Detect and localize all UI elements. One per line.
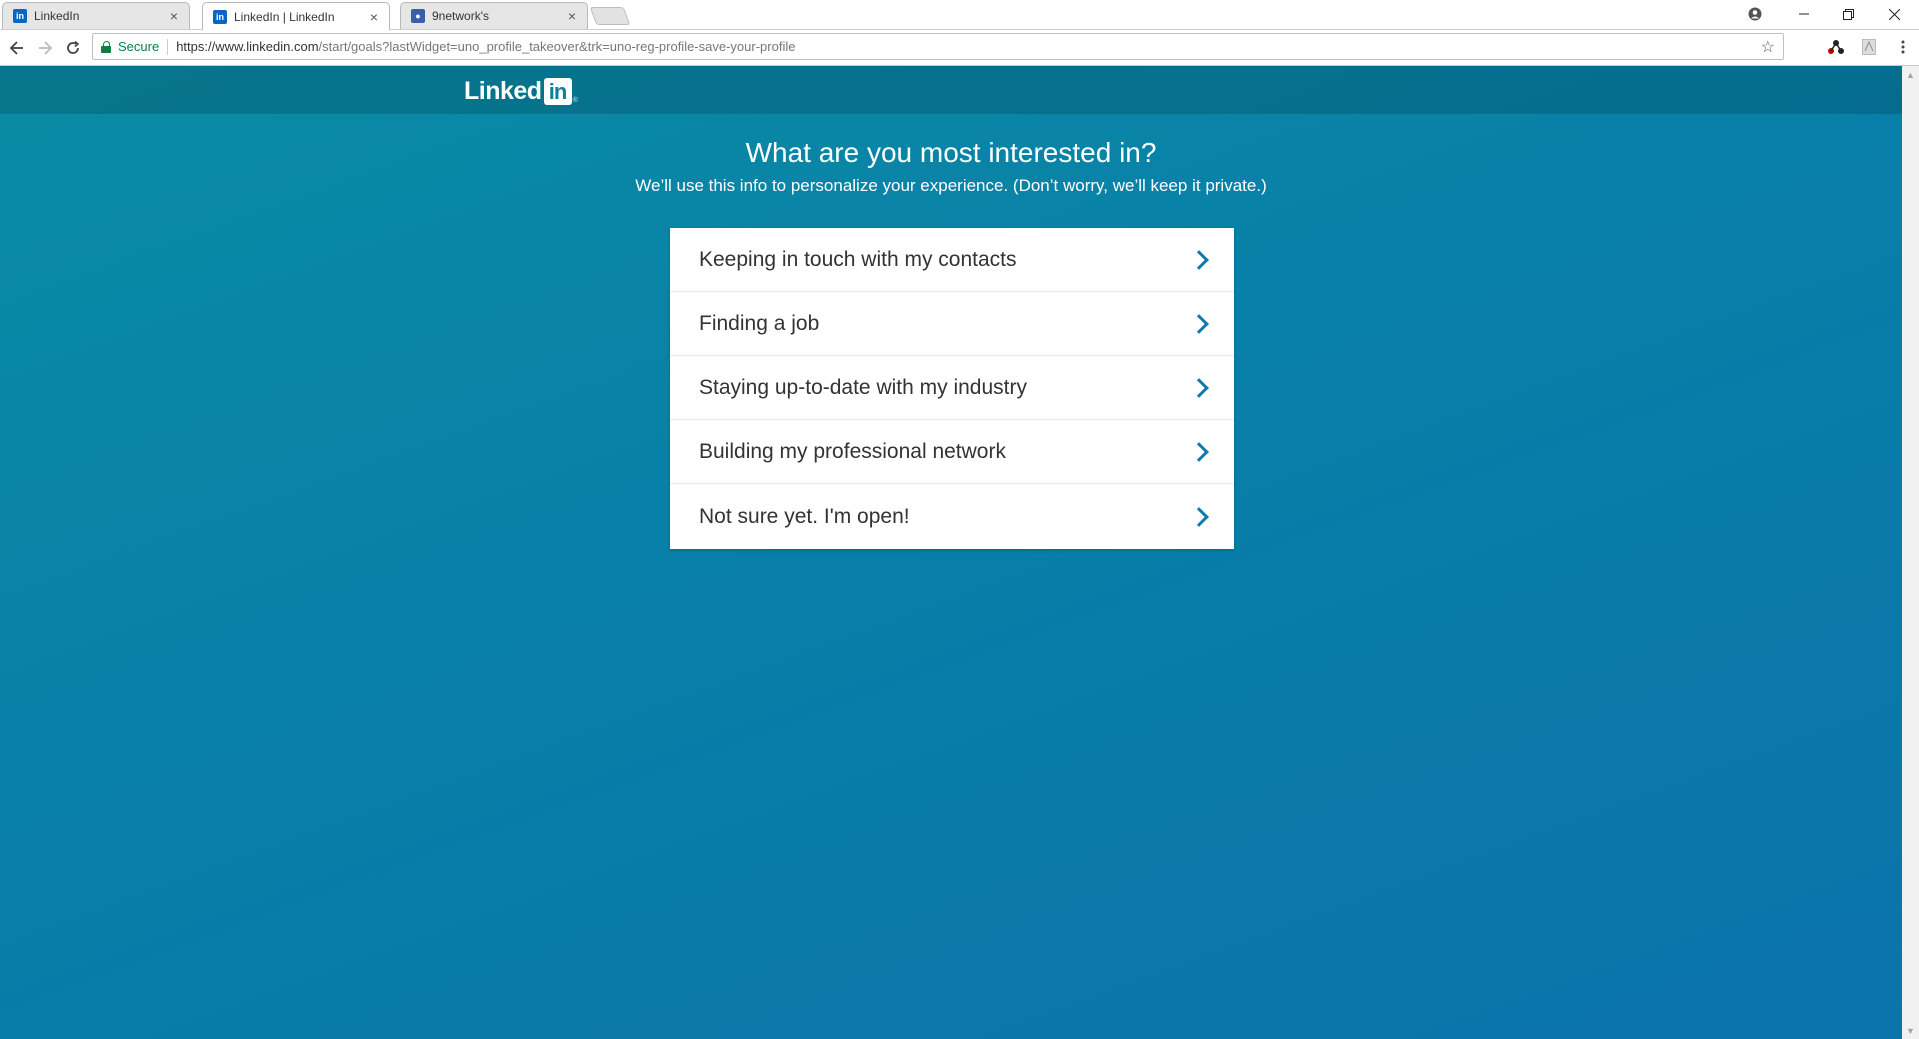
tab-linkedin-active[interactable]: in LinkedIn | LinkedIn × bbox=[202, 2, 390, 30]
address-bar[interactable]: Secure https://www.linkedin.com/start/go… bbox=[92, 33, 1784, 60]
option-finding-job[interactable]: Finding a job bbox=[670, 292, 1234, 356]
logo-in-badge: in bbox=[543, 78, 572, 105]
close-icon[interactable]: × bbox=[367, 9, 381, 25]
option-label: Building my professional network bbox=[699, 439, 1006, 463]
secure-indicator[interactable]: Secure bbox=[93, 39, 159, 54]
page-title: What are you most interested in? bbox=[745, 137, 1157, 168]
tab-title: LinkedIn | LinkedIn bbox=[234, 9, 335, 24]
option-not-sure[interactable]: Not sure yet. I'm open! bbox=[670, 484, 1234, 549]
new-tab-button[interactable] bbox=[589, 7, 631, 25]
page-subtitle: We’ll use this info to personalize your … bbox=[635, 176, 1267, 195]
chevron-right-icon bbox=[1189, 441, 1209, 462]
url-host: https://www.linkedin.com bbox=[176, 39, 319, 54]
option-industry-updates[interactable]: Staying up-to-date with my industry bbox=[670, 356, 1234, 420]
pdf-extension-icon[interactable] bbox=[1859, 37, 1879, 57]
registered-mark: ® bbox=[572, 97, 578, 104]
close-icon[interactable]: × bbox=[565, 8, 579, 24]
back-arrow-icon[interactable] bbox=[6, 37, 28, 59]
browser-toolbar: Secure https://www.linkedin.com/start/go… bbox=[0, 30, 1919, 66]
option-build-network[interactable]: Building my professional network bbox=[670, 420, 1234, 484]
logo-text: Linked bbox=[464, 77, 542, 105]
menu-kebab-icon[interactable] bbox=[1893, 37, 1913, 57]
chevron-right-icon bbox=[1189, 377, 1209, 398]
linkedin-icon: in bbox=[213, 9, 227, 24]
chevron-right-icon bbox=[1189, 249, 1209, 270]
tab-linkedin[interactable]: in LinkedIn × bbox=[2, 2, 190, 29]
chevron-right-icon bbox=[1189, 313, 1209, 334]
profile-icon[interactable] bbox=[1733, 0, 1777, 28]
secure-label: Secure bbox=[118, 39, 160, 54]
lock-icon bbox=[101, 41, 111, 53]
url-path: /start/goals?lastWidget=uno_profile_take… bbox=[318, 39, 796, 54]
tab-strip: in LinkedIn × in LinkedIn | LinkedIn × ●… bbox=[0, 0, 1919, 30]
interest-options-card: Keeping in touch with my contacts Findin… bbox=[670, 228, 1234, 549]
divider bbox=[167, 38, 169, 55]
forward-arrow-icon[interactable] bbox=[34, 37, 56, 59]
url-text[interactable]: https://www.linkedin.com/start/goals?las… bbox=[176, 39, 795, 54]
option-label: Finding a job bbox=[699, 311, 820, 335]
header-bar: Linked in ® bbox=[0, 66, 1902, 114]
scroll-down-arrow-icon[interactable]: ▼ bbox=[1902, 1022, 1919, 1039]
page-body: Linked in ® What are you most interested… bbox=[0, 66, 1902, 1039]
close-icon[interactable]: × bbox=[167, 8, 181, 24]
bookmark-star-icon[interactable]: ☆ bbox=[1761, 37, 1775, 57]
option-label: Keeping in touch with my contacts bbox=[699, 247, 1017, 271]
restore-button[interactable] bbox=[1826, 0, 1870, 28]
scroll-up-arrow-icon[interactable]: ▲ bbox=[1902, 66, 1919, 83]
option-label: Staying up-to-date with my industry bbox=[699, 375, 1027, 399]
reload-icon[interactable] bbox=[62, 37, 84, 59]
tab-9network[interactable]: ● 9network's × bbox=[400, 2, 588, 29]
extension-icon[interactable] bbox=[1826, 37, 1846, 57]
chevron-right-icon bbox=[1189, 506, 1209, 527]
linkedin-icon: in bbox=[13, 9, 27, 23]
map-pin-icon: ● bbox=[411, 9, 425, 23]
close-window-button[interactable] bbox=[1872, 0, 1916, 28]
tab-title: 9network's bbox=[432, 9, 489, 23]
linkedin-logo[interactable]: Linked in ® bbox=[464, 77, 578, 106]
tab-title: LinkedIn bbox=[34, 9, 80, 23]
option-label: Not sure yet. I'm open! bbox=[699, 504, 910, 528]
vertical-scrollbar[interactable]: ▲ ▼ bbox=[1902, 66, 1919, 1039]
minimize-button[interactable] bbox=[1782, 0, 1826, 28]
option-keep-in-touch[interactable]: Keeping in touch with my contacts bbox=[670, 228, 1234, 292]
